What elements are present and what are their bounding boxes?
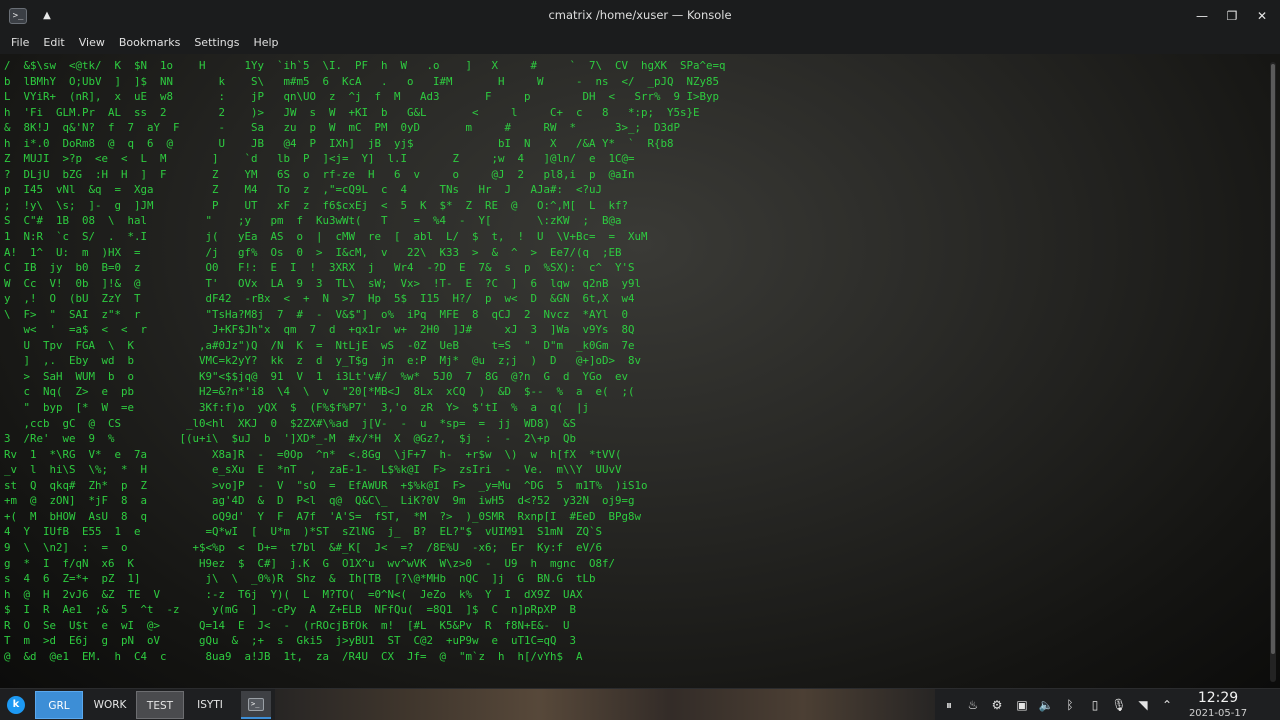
konsole-task-icon: >_ — [248, 697, 264, 711]
matrix-line: R O Se U$t e wI @> Q=14 E J< - (rROcjBfO… — [4, 618, 570, 632]
terminal-view[interactable]: / &$\sw <@tk/ K $N 1o H 1Yy `ih`5 \I. PF… — [0, 54, 1280, 688]
matrix-line: 4 Y IUfB E55 1 e =Q*wI [ U*m )*ST sZlNG … — [4, 525, 603, 539]
desktop-work[interactable]: WORK — [86, 691, 134, 719]
menu-bookmarks[interactable]: Bookmarks — [112, 32, 187, 54]
scrollbar-thumb[interactable] — [1271, 64, 1275, 654]
maximize-button[interactable]: ❐ — [1221, 6, 1243, 26]
desktop-isyti[interactable]: ISYTI — [186, 691, 234, 719]
menu-view[interactable]: View — [72, 32, 112, 54]
matrix-line: ] ,. Eby wd b VMC=k2yY? kk z d y_T$g jn … — [4, 354, 642, 368]
matrix-line: ? DLjU bZG :H H ] F Z YM 6S o rf-ze H 6 … — [4, 167, 635, 181]
matrix-line: _v l hi\S \%; * H e_sXu E *nT , zaE-1- L… — [4, 463, 622, 477]
microphone-icon[interactable]: 🎙 — [1111, 697, 1127, 713]
battery-icon[interactable]: ▯ — [1087, 697, 1103, 713]
matrix-line: b lBMhY O;UbV ] ]$ NN k S\ m#m5 6 KcA . … — [4, 74, 720, 88]
matrix-line: h @ H 2vJ6 &Z TE V :-z T6j Y)( L M?TO( =… — [4, 587, 583, 601]
matrix-line: S C"# 1B 08 \ hal " ;y pm f Ku3wWt( T = … — [4, 214, 622, 228]
matrix-line: U Tpv FGA \ K ,a#0Jz")Q /N K = NtLjE wS … — [4, 338, 635, 352]
matrix-line: y ,! O (bU ZzY T dF42 -rBx < + N >7 Hp 5… — [4, 292, 635, 306]
pause-icon[interactable]: ⏸ — [941, 697, 957, 713]
matrix-line: h 'Fi GLM.Pr AL ss 2 2 )> JW s W +KI b G… — [4, 105, 700, 119]
clock-time[interactable]: 12:29 — [1188, 690, 1248, 706]
matrix-line: 1 N:R `c S/ . *.I j( yEa AS o | cMW re [… — [4, 230, 648, 244]
matrix-line: p I45 vNl &q = Xga Z M4 To z ,"=cQ9L c 4… — [4, 183, 603, 197]
desktop-grl[interactable]: GRL — [35, 691, 83, 719]
steam-icon[interactable]: ♨ — [965, 697, 981, 713]
network-icon[interactable]: ◥ — [1135, 697, 1151, 713]
matrix-line: T m >d E6j g pN oV gQu & ;+ s Gki5 j>yBU… — [4, 634, 577, 648]
cmatrix-output: / &$\sw <@tk/ K $N 1o H 1Yy `ih`5 \I. PF… — [4, 58, 726, 664]
matrix-line: ; !y\ \s; ]- g ]JM P UT xF z f6$cxEj < 5… — [4, 198, 629, 212]
wallpaper-peek — [275, 689, 935, 720]
konsole-task[interactable]: >_ — [241, 691, 271, 719]
matrix-line: c Nq( Z> e pb H2=&?n*'i8 \4 \ v "20[*MB<… — [4, 385, 635, 399]
matrix-line: +m @ zON] *jF 8 a ag'4D & D P<l q@ Q&C\_… — [4, 494, 635, 508]
matrix-line: s 4 6 Z=*+ pZ 1] j\ \ _0%)R Shz & Ih[TB … — [4, 572, 596, 586]
minimize-button[interactable]: — — [1191, 6, 1213, 26]
matrix-line: \ F> " SAI z"* r "TsHa?M8j 7 # - V&$"] o… — [4, 307, 629, 321]
clipboard-icon[interactable]: ▣ — [1014, 697, 1030, 713]
menu-help[interactable]: Help — [246, 32, 285, 54]
matrix-line: +( M bHOW AsU 8 q oQ9d' Y F A7f 'A'S= fS… — [4, 509, 642, 523]
window-titlebar: >_ ▲ cmatrix /home/xuser — Konsole — ❐ ✕ — [0, 0, 1280, 32]
menu-settings[interactable]: Settings — [187, 32, 246, 54]
matrix-line: > SaH WUM b o K9"<$$jq@ 91 V 1 i3Lt'v#/ … — [4, 369, 629, 383]
window-title: cmatrix /home/xuser — Konsole — [548, 8, 732, 22]
volume-icon[interactable]: 🔈 — [1038, 697, 1054, 713]
matrix-line: W Cc V! 0b ]!& @ T' OVx LA 9 3 TL\ sW; V… — [4, 276, 642, 290]
matrix-line: Rv 1 *\RG V* e 7a X8a]R - =0Op ^n* <.8Gg… — [4, 447, 622, 461]
matrix-line: ,ccb gC @ CS _l0<hl XKJ 0 $2ZX#\%ad j[V-… — [4, 416, 577, 430]
matrix-line: $ I R Ae1 ;& 5 ^t -z y(mG ] -cPy A Z+ELB… — [4, 603, 577, 617]
matrix-line: C IB jy b0 B=0 z O0 F!: E I ! 3XRX j Wr4… — [4, 261, 635, 275]
menubar: File Edit View Bookmarks Settings Help — [0, 32, 1280, 54]
matrix-line: L VYiR+ (nR], x uE w8 : jP qn\UO z ^j f … — [4, 90, 720, 104]
matrix-line: Z MUJI >?p <e < L M ] `d lb P ]<j= Y] l.… — [4, 152, 635, 166]
clock-date[interactable]: 2021-05-17 — [1178, 708, 1258, 719]
menu-edit[interactable]: Edit — [36, 32, 71, 54]
matrix-line: g * I f/qN x6 K H9ez $ C#] j.K G O1X^u w… — [4, 556, 616, 570]
kde-launcher-icon[interactable]: k — [7, 696, 25, 714]
matrix-line: / &$\sw <@tk/ K $N 1o H 1Yy `ih`5 \I. PF… — [4, 59, 726, 72]
taskbar: k GRL WORK TEST ISYTI >_ ⏸ ♨ ⚙ ▣ 🔈 ᛒ ▯ 🎙… — [0, 688, 1280, 720]
matrix-line: h i*.0 DoRm8 @ q 6 @ U JB @4 P IXh] jB y… — [4, 136, 674, 150]
matrix-line: & 8K!J q&'N? f 7 aY F - Sa zu p W mC PM … — [4, 121, 681, 135]
settings-icon[interactable]: ⚙ — [989, 697, 1005, 713]
matrix-line: st Q qkq# Zh* p Z >vo]P - V "sO = EfAWUR… — [4, 478, 648, 492]
matrix-line: 3 /Re' we 9 % [(u+i\ $uJ b ']XD*_-M #x/*… — [4, 432, 577, 446]
matrix-line: w< ' =a$ < < r J+KF$Jh"x qm 7 d +qx1r w+… — [4, 323, 635, 337]
menu-file[interactable]: File — [4, 32, 36, 54]
bluetooth-icon[interactable]: ᛒ — [1062, 697, 1078, 713]
matrix-line: A! 1^ U: m )HX = /j gf% Os 0 > I&cM, v 2… — [4, 245, 622, 259]
matrix-line: @ &d @e1 EM. h C4 c 8ua9 a!JB 1t, za /R4… — [4, 649, 583, 663]
close-button[interactable]: ✕ — [1251, 6, 1273, 26]
desktop-test[interactable]: TEST — [136, 691, 184, 719]
matrix-line: 9 \ \n2] : = o +$<%p < D+= t7bl &#_K[ J<… — [4, 540, 603, 554]
matrix-line: " byp [* W =e 3Kf:f)o yQX $ (F%$f%P7' 3,… — [4, 401, 590, 415]
chevron-up-icon[interactable]: ⌃ — [1159, 697, 1175, 713]
